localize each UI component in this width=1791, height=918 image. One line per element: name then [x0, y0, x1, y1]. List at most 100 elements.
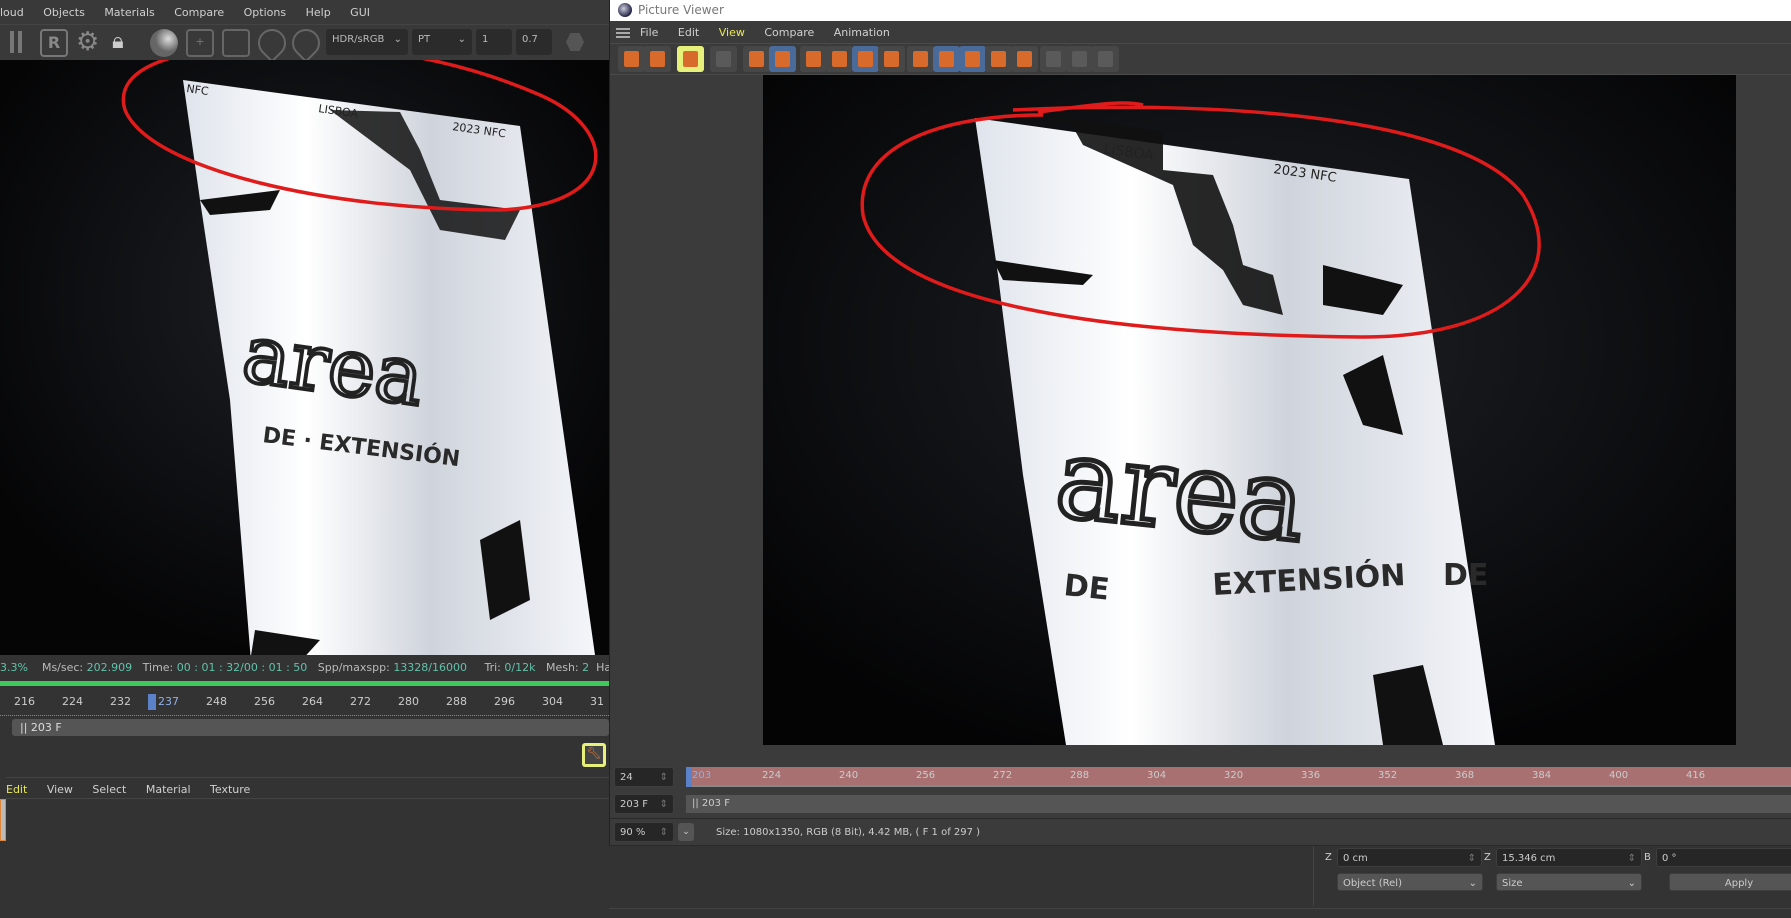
- z-size-field[interactable]: 15.346 cm ⇕: [1496, 848, 1642, 867]
- pv-timeline-tick: 368: [1455, 770, 1475, 781]
- timeline-tick: 31: [590, 695, 604, 708]
- menu-help[interactable]: Help: [306, 6, 331, 19]
- current-frame-label: 203: [692, 770, 712, 781]
- zoom-dropdown-button[interactable]: ⌄: [678, 823, 694, 841]
- pv-timeline-tick: 272: [993, 770, 1013, 781]
- copy-icon[interactable]: [769, 46, 796, 72]
- pv-timeline-tick: 320: [1224, 770, 1244, 781]
- pv-timeline-tick: 304: [1147, 770, 1167, 781]
- z-size-label: Z: [1484, 852, 1491, 863]
- delete-icon[interactable]: [743, 46, 770, 72]
- left-frame-field[interactable]: || 203 F: [12, 719, 609, 736]
- pin-f-icon[interactable]: [252, 23, 292, 63]
- left-menu-bar: loud Objects Materials Compare Options H…: [0, 0, 609, 24]
- pv-menu-compare[interactable]: Compare: [764, 26, 814, 39]
- set-a-icon[interactable]: [985, 46, 1012, 72]
- mat-menu-select[interactable]: Select: [92, 783, 126, 796]
- apply-button[interactable]: Apply: [1669, 873, 1791, 891]
- menu-compare[interactable]: Compare: [174, 6, 224, 19]
- timeline-tick: 232: [110, 695, 131, 708]
- picture-viewer-window: Picture Viewer File Edit View Compare An…: [609, 0, 1791, 845]
- open-icon[interactable]: [618, 46, 645, 72]
- coord-mode-dropdown[interactable]: Object (Rel) ⌄: [1337, 873, 1483, 891]
- field-2[interactable]: 0.7: [516, 29, 552, 55]
- menu-objects[interactable]: Objects: [43, 6, 85, 19]
- timeline-tick: 304: [542, 695, 563, 708]
- image-info: Size: 1080x1350, RGB (8 Bit), 4.42 MB, (…: [716, 827, 981, 838]
- ab-diff-icon[interactable]: [1066, 46, 1093, 72]
- mat-menu-edit[interactable]: Edit: [6, 783, 27, 796]
- cinema4d-logo-icon: [618, 3, 632, 17]
- channels-icon[interactable]: [852, 46, 879, 72]
- render-region-icon[interactable]: R: [40, 29, 68, 57]
- timeline-tick: 216: [14, 695, 35, 708]
- menu-cloud[interactable]: loud: [0, 6, 24, 19]
- field-1[interactable]: 1: [476, 29, 512, 55]
- color-mode-dropdown[interactable]: HDR/sRGB ⌄: [326, 29, 408, 55]
- pv-timeline[interactable]: 203 224 240 256 272 288 304 320 336 352 368 384 400…: [686, 767, 1791, 787]
- render-queue-icon[interactable]: [677, 46, 704, 72]
- alpha-icon[interactable]: [878, 46, 905, 72]
- zoom-field[interactable]: 90 % ⇕: [614, 822, 674, 842]
- frame-a-icon[interactable]: [800, 46, 827, 72]
- menu-gui[interactable]: GUI: [350, 6, 370, 19]
- pv-timeline-tick: 416: [1686, 770, 1706, 781]
- snapshot-icon[interactable]: [222, 29, 250, 57]
- pv-timeline-tick: 288: [1070, 770, 1090, 781]
- sphere-icon[interactable]: [150, 29, 178, 57]
- hexagon-icon[interactable]: [566, 33, 584, 51]
- z-position-field[interactable]: 0 cm ⇕: [1337, 848, 1482, 867]
- pause-icon[interactable]: [8, 29, 24, 57]
- swap-icon[interactable]: [1040, 46, 1067, 72]
- timeline-tick: 256: [254, 695, 275, 708]
- kernel-dropdown[interactable]: PT ⌄: [412, 29, 472, 55]
- pv-menu-edit[interactable]: Edit: [678, 26, 699, 39]
- timeline-tick: 224: [62, 695, 83, 708]
- frame-b-icon[interactable]: [826, 46, 853, 72]
- ab-split-icon[interactable]: [959, 46, 986, 72]
- timeline-tick: 264: [302, 695, 323, 708]
- ab-compare-icon[interactable]: [907, 46, 934, 72]
- pv-timeline-tick: 400: [1609, 770, 1629, 781]
- timeline-tick: 288: [446, 695, 467, 708]
- set-b-icon[interactable]: [1011, 46, 1038, 72]
- size-mode-dropdown[interactable]: Size ⌄: [1496, 873, 1642, 891]
- pv-menu-view[interactable]: View: [719, 26, 745, 39]
- ab-swap-icon[interactable]: [1092, 46, 1119, 72]
- pv-menu-bar: File Edit View Compare Animation: [610, 21, 1791, 44]
- b-rotation-field[interactable]: 0 °: [1656, 848, 1791, 867]
- pv-menu-animation[interactable]: Animation: [834, 26, 890, 39]
- pv-frame-bar[interactable]: || 203 F: [686, 795, 1791, 813]
- lock-icon[interactable]: 🔒︎: [112, 29, 140, 57]
- pv-menu-file[interactable]: File: [640, 26, 658, 39]
- save-as-icon[interactable]: [644, 46, 671, 72]
- pv-timeline-tick: 224: [762, 770, 782, 781]
- menu-materials[interactable]: Materials: [104, 6, 154, 19]
- b-label: B: [1644, 852, 1651, 863]
- left-timeline-ruler[interactable]: 216 224 232 237 248 256 264 272 280 288 296 304 31: [0, 690, 609, 716]
- pin-v-icon[interactable]: [286, 23, 326, 63]
- render-stats-bar: 3.3% Ms/sec: 202.909 Time: 00 : 01 : 32/…: [0, 661, 633, 674]
- pv-timeline-tick: 336: [1301, 770, 1321, 781]
- menu-options[interactable]: Options: [244, 6, 286, 19]
- mat-menu-material[interactable]: Material: [146, 783, 191, 796]
- z-label: Z: [1325, 852, 1332, 863]
- render-text-de-right: DE: [1443, 558, 1488, 593]
- fps-field[interactable]: 24 ⇕: [614, 767, 674, 787]
- material-editor-icon[interactable]: 🔧︎: [582, 743, 606, 767]
- left-render-viewport: NFC LISBOA 2023 NFC area DE · EXTENSIÓN: [0, 60, 609, 655]
- add-icon[interactable]: +: [186, 29, 214, 57]
- render-text-de-left: DE: [1062, 568, 1111, 608]
- timeline-tick: 280: [398, 695, 419, 708]
- pv-render-image: LISBOA 2023 NFC area DE EXTENSIÓN DE: [763, 75, 1736, 745]
- material-thumbnail[interactable]: [0, 799, 6, 841]
- stop-icon[interactable]: [710, 46, 737, 72]
- playhead[interactable]: [148, 694, 156, 710]
- frame-field[interactable]: 203 F ⇕: [614, 794, 674, 814]
- hamburger-icon[interactable]: [616, 28, 630, 30]
- ab-overlay-icon[interactable]: [933, 46, 960, 72]
- gear-icon[interactable]: ⚙: [76, 29, 104, 57]
- mat-menu-view[interactable]: View: [47, 783, 73, 796]
- mat-menu-texture[interactable]: Texture: [210, 783, 250, 796]
- timeline-tick: 272: [350, 695, 371, 708]
